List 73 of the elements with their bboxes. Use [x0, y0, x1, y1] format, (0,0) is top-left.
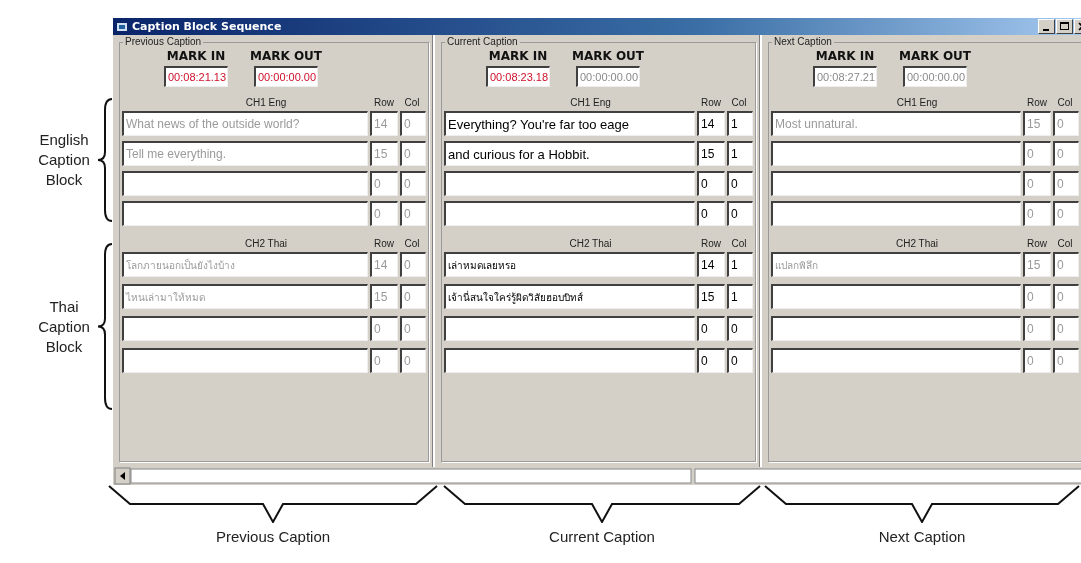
- timecode-field[interactable]: 00:00:00.00: [576, 66, 640, 87]
- caption-field[interactable]: Everything? You're far too eage: [444, 111, 695, 136]
- row-field[interactable]: 0: [697, 348, 725, 373]
- row-field[interactable]: 0: [697, 201, 725, 226]
- col-label: Col: [730, 237, 748, 249]
- col-field[interactable]: 0: [727, 348, 753, 373]
- channel-label: CH2 Thai: [568, 237, 613, 249]
- col-label: Col: [1056, 237, 1074, 249]
- caption-field[interactable]: [444, 348, 695, 373]
- panel-title: Current Caption: [445, 36, 520, 47]
- caption-field[interactable]: [122, 171, 368, 196]
- channel-label: CH2 Thai: [243, 237, 289, 249]
- mark-label: MARK OUT: [571, 49, 645, 63]
- annotation-label: Next Caption: [878, 528, 966, 545]
- window-title: Caption Block Sequence: [132, 20, 282, 33]
- col-label: Col: [403, 237, 421, 249]
- mark-label: MARK IN: [488, 49, 548, 63]
- channel-label: CH1 Eng: [895, 96, 939, 108]
- channel-label: CH1 Eng: [244, 96, 288, 108]
- col-field[interactable]: 0: [727, 316, 753, 341]
- mark-label: MARK IN: [815, 49, 875, 63]
- caption-field[interactable]: [771, 284, 1021, 309]
- col-field[interactable]: 1: [727, 252, 753, 277]
- app-icon: [116, 20, 128, 33]
- caption-field[interactable]: [771, 201, 1021, 226]
- caption-field[interactable]: [122, 316, 368, 341]
- row-label: Row: [1026, 96, 1048, 108]
- col-field[interactable]: 0: [727, 171, 753, 196]
- channel-label: CH1 Eng: [569, 96, 612, 108]
- annotation-label: Previous Caption: [215, 528, 331, 545]
- mark-label: MARK OUT: [249, 49, 323, 63]
- caption-field[interactable]: [771, 348, 1021, 373]
- col-field[interactable]: 1: [727, 284, 753, 309]
- row-label: Row: [373, 237, 395, 249]
- row-field[interactable]: 15: [697, 284, 725, 309]
- caption-field[interactable]: [771, 141, 1021, 166]
- caption-field[interactable]: [444, 171, 695, 196]
- panel-title: Previous Caption: [123, 36, 204, 47]
- row-field[interactable]: 0: [697, 171, 725, 196]
- caption-field[interactable]: เล่าหมดเลยหรอ: [444, 252, 695, 277]
- row-field[interactable]: 0: [697, 316, 725, 341]
- caption-field[interactable]: and curious for a Hobbit.: [444, 141, 695, 166]
- channel-label: CH2 Thai: [894, 237, 940, 249]
- mark-label: MARK IN: [166, 49, 226, 63]
- timecode-field[interactable]: 00:08:23.18: [486, 66, 550, 87]
- caption-field[interactable]: [771, 171, 1021, 196]
- col-field[interactable]: 1: [727, 111, 753, 136]
- row-field[interactable]: 15: [697, 141, 725, 166]
- annotation-label: Current Caption: [549, 528, 655, 545]
- col-field[interactable]: 1: [727, 141, 753, 166]
- row-field[interactable]: 14: [697, 252, 725, 277]
- col-field[interactable]: 0: [727, 201, 753, 226]
- caption-field[interactable]: เจ้านี่สนใจใคร่รู้ผิดวิสัยฮอบบิทส์: [444, 284, 695, 309]
- caption-field[interactable]: [444, 316, 695, 341]
- col-label: Col: [403, 96, 421, 108]
- row-label: Row: [700, 237, 722, 249]
- caption-field[interactable]: [122, 348, 368, 373]
- annotation-label: Thai Caption Block: [37, 296, 91, 357]
- scrollbar[interactable]: [113, 467, 1081, 485]
- col-label: Col: [730, 96, 748, 108]
- row-label: Row: [1026, 237, 1048, 249]
- caption-field[interactable]: [771, 316, 1021, 341]
- col-label: Col: [1056, 96, 1074, 108]
- row-field[interactable]: 14: [697, 111, 725, 136]
- caption-field[interactable]: [122, 201, 368, 226]
- panel-title: Next Caption: [772, 36, 834, 47]
- minimize-icon[interactable]: [1038, 19, 1055, 34]
- caption-field[interactable]: [444, 201, 695, 226]
- row-label: Row: [373, 96, 395, 108]
- annotation-label: English Caption Block: [37, 130, 91, 190]
- maximize-icon[interactable]: [1056, 19, 1073, 34]
- row-label: Row: [700, 96, 722, 108]
- mark-label: MARK OUT: [898, 49, 972, 63]
